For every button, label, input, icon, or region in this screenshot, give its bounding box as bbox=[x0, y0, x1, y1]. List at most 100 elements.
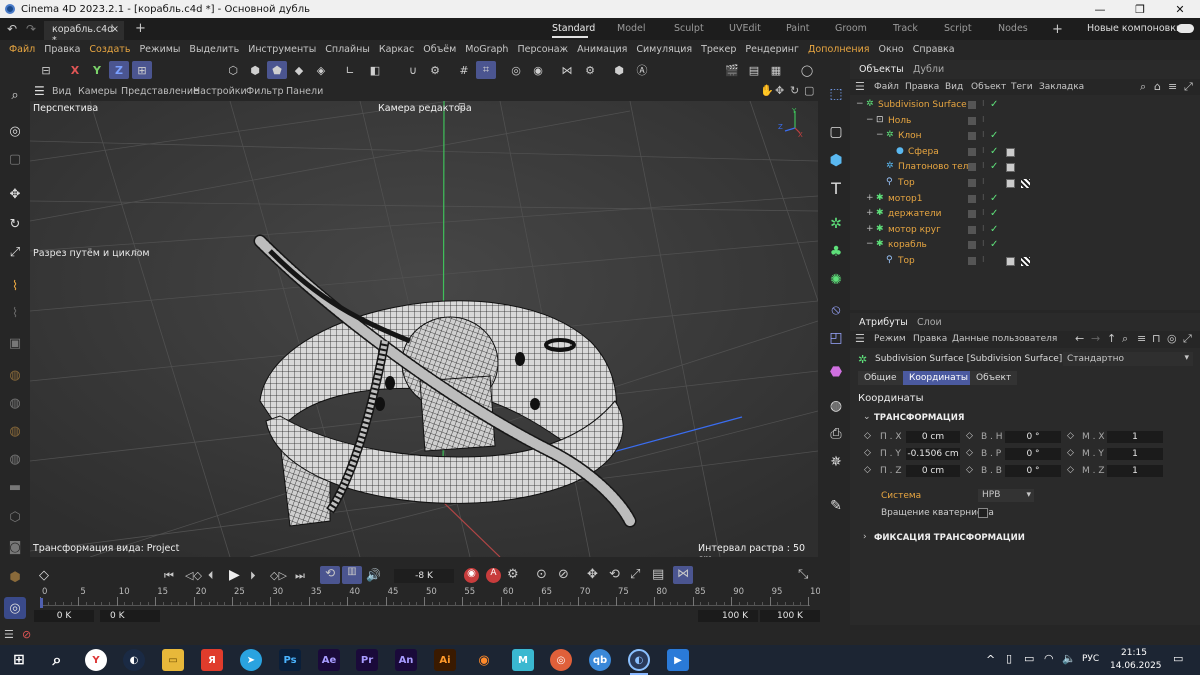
menu-item-7[interactable]: Каркас bbox=[379, 44, 414, 55]
weight-tool-icon[interactable]: ◍ bbox=[4, 448, 26, 470]
uv-mode-icon[interactable]: ◈ bbox=[311, 61, 331, 79]
object-name[interactable]: мотор1 bbox=[888, 194, 922, 204]
grid-snap-icon[interactable]: # bbox=[454, 61, 474, 79]
model-mode-icon[interactable]: ◆ bbox=[289, 61, 309, 79]
object-row[interactable]: − ✱ корабль ⁝ ✓ bbox=[850, 239, 1200, 254]
menu-item-11[interactable]: Анимация bbox=[577, 44, 627, 55]
frame-icon[interactable]: ▣ bbox=[4, 332, 26, 354]
camera-tool-icon[interactable]: ⬚ bbox=[824, 82, 848, 106]
redo-icon[interactable]: ↷ bbox=[26, 22, 36, 36]
key-rotation-icon[interactable]: ⟲ bbox=[609, 567, 620, 582]
prev-key-icon[interactable]: ◁◇ bbox=[185, 569, 202, 582]
layer-box-icon[interactable] bbox=[968, 163, 976, 172]
snap-settings-icon[interactable]: ⚙ bbox=[425, 61, 445, 79]
brush-icon[interactable]: ✎ bbox=[824, 494, 848, 518]
object-row[interactable]: ✲ Платоново тело ⁝ ✓ bbox=[850, 161, 1200, 176]
new-manager-icon[interactable]: ◎ bbox=[1167, 332, 1177, 345]
scale-tool-icon[interactable]: ⤢ bbox=[4, 241, 26, 263]
object-row[interactable]: + ✱ мотор круг ⁝ ✓ bbox=[850, 224, 1200, 239]
mirror-settings-icon[interactable]: ⚙ bbox=[580, 61, 600, 79]
object-row[interactable]: ● Сфера ⁝ ✓ bbox=[850, 146, 1200, 161]
axis-y-button[interactable]: Y bbox=[87, 61, 107, 79]
telegram-icon[interactable]: ➤ bbox=[240, 649, 262, 671]
visibility-dots-icon[interactable]: ⁝ bbox=[982, 255, 985, 264]
transform-header[interactable]: ТРАНСФОРМАЦИЯ bbox=[874, 413, 964, 423]
visibility-dots-icon[interactable]: ⁝ bbox=[982, 239, 985, 248]
viewport-menu-filter[interactable]: Фильтр bbox=[246, 86, 284, 97]
position-field[interactable]: 0 cm bbox=[906, 431, 960, 443]
move-tool-icon[interactable]: ✥ bbox=[4, 183, 26, 205]
play-icon[interactable]: ▶ bbox=[229, 567, 240, 583]
menu-item-2[interactable]: Создать bbox=[89, 44, 130, 55]
go-to-end-icon[interactable]: ⏭ bbox=[295, 569, 305, 583]
lock-attributes-icon[interactable]: ⊓ bbox=[1152, 332, 1161, 345]
maximize-view-icon[interactable]: ▢ bbox=[804, 84, 814, 97]
visibility-dots-icon[interactable]: ⁝ bbox=[982, 193, 985, 202]
fingerprint-icon[interactable]: ◎ bbox=[4, 597, 26, 619]
add-layout-button[interactable]: + bbox=[1052, 22, 1063, 37]
objects-menu-file[interactable]: Файл bbox=[874, 82, 899, 92]
current-frame-field[interactable]: -8 K bbox=[394, 569, 454, 583]
loop-icon[interactable]: ⟲ bbox=[320, 566, 340, 584]
status-menu-icon[interactable]: ☰ bbox=[4, 628, 14, 641]
objects-menu-bookmarks[interactable]: Закладка bbox=[1039, 82, 1084, 92]
pan-icon[interactable]: ✋ bbox=[760, 84, 774, 97]
object-name[interactable]: Тор bbox=[898, 256, 915, 266]
menu-item-10[interactable]: Персонаж bbox=[517, 44, 568, 55]
rotate-tool-icon[interactable]: ↻ bbox=[4, 213, 26, 235]
wifi-icon[interactable]: ◠ bbox=[1044, 652, 1054, 665]
expand-toggle-icon[interactable]: − bbox=[876, 130, 884, 140]
camera-options-icon[interactable]: ⊡ bbox=[458, 102, 466, 112]
search-icon[interactable]: ⌕ bbox=[4, 84, 26, 106]
render-camera-icon[interactable]: ⎙ bbox=[824, 422, 848, 446]
render-settings-icon[interactable]: ▦ bbox=[766, 61, 786, 79]
keyframe-diamond-icon[interactable]: ◇ bbox=[864, 431, 871, 441]
cylinder-icon[interactable]: ◙ bbox=[4, 536, 26, 558]
paint-tool-icon[interactable]: ◍ bbox=[4, 392, 26, 414]
key-param-icon[interactable]: ▤ bbox=[652, 567, 664, 582]
visibility-dots-icon[interactable]: ⁝ bbox=[982, 130, 985, 139]
animate-icon[interactable]: An bbox=[395, 649, 417, 671]
texture-icon[interactable]: ⬡ bbox=[4, 506, 26, 528]
coordinate-system-icon[interactable]: ⊞ bbox=[132, 61, 152, 79]
tag-icon[interactable] bbox=[1006, 163, 1015, 173]
preview-end-field[interactable]: 100 K bbox=[698, 610, 758, 622]
teapot-icon[interactable]: ◯ bbox=[797, 61, 817, 79]
object-row[interactable]: − ✲ Клон ⁝ ✓ bbox=[850, 130, 1200, 145]
undo-icon[interactable]: ↶ bbox=[7, 22, 17, 36]
tab-objects[interactable]: Объекты bbox=[859, 64, 904, 75]
objects-menu-icon[interactable]: ☰ bbox=[855, 80, 865, 93]
quaternion-checkbox[interactable] bbox=[978, 508, 988, 518]
tab-basic[interactable]: Общие bbox=[858, 371, 903, 385]
material-tag-icon[interactable] bbox=[1021, 257, 1030, 266]
layer-box-icon[interactable] bbox=[968, 116, 976, 125]
object-name[interactable]: Сфера bbox=[908, 147, 939, 157]
tag-icon[interactable] bbox=[1006, 147, 1015, 157]
viewport-menu-display[interactable]: Представление bbox=[121, 86, 199, 97]
layout-tab-standard[interactable]: Standard bbox=[552, 23, 595, 34]
axis-x-button[interactable]: X bbox=[65, 61, 85, 79]
next-key-icon[interactable]: ◇▷ bbox=[270, 569, 287, 582]
expand-attributes-icon[interactable]: ⤢ bbox=[1183, 332, 1192, 346]
notifications-icon[interactable]: ▭ bbox=[1173, 652, 1183, 665]
autokey-record-icon[interactable]: A bbox=[486, 568, 501, 583]
viewport-menu-icon[interactable]: ☰ bbox=[34, 84, 45, 98]
preset-dropdown[interactable]: Стандартно ▾ bbox=[1063, 352, 1193, 366]
workplane-icon[interactable]: ⌗ bbox=[476, 61, 496, 79]
menu-item-9[interactable]: MoGraph bbox=[465, 44, 508, 55]
preview-start-field[interactable]: 0 K bbox=[100, 610, 160, 622]
layout-tab-track[interactable]: Track bbox=[893, 23, 918, 34]
tray-up-icon[interactable]: ^ bbox=[986, 653, 995, 666]
enabled-check-icon[interactable]: ✓ bbox=[990, 224, 998, 235]
object-name[interactable]: мотор круг bbox=[888, 225, 941, 235]
effector-tool-icon[interactable]: ✺ bbox=[824, 268, 848, 292]
end-frame-field[interactable]: 100 K bbox=[760, 610, 820, 622]
layer-box-icon[interactable] bbox=[968, 132, 976, 141]
photoshop-icon[interactable]: Ps bbox=[279, 649, 301, 671]
points-mode-icon[interactable]: ⬡ bbox=[223, 61, 243, 79]
close-icon[interactable]: ✕ bbox=[1160, 0, 1200, 18]
yandex-icon[interactable]: Я bbox=[201, 649, 223, 671]
yandex-browser-icon[interactable]: Y bbox=[85, 649, 107, 671]
rotation-field[interactable]: 0 ° bbox=[1005, 465, 1061, 477]
tab-coordinates[interactable]: Координаты bbox=[903, 371, 974, 385]
